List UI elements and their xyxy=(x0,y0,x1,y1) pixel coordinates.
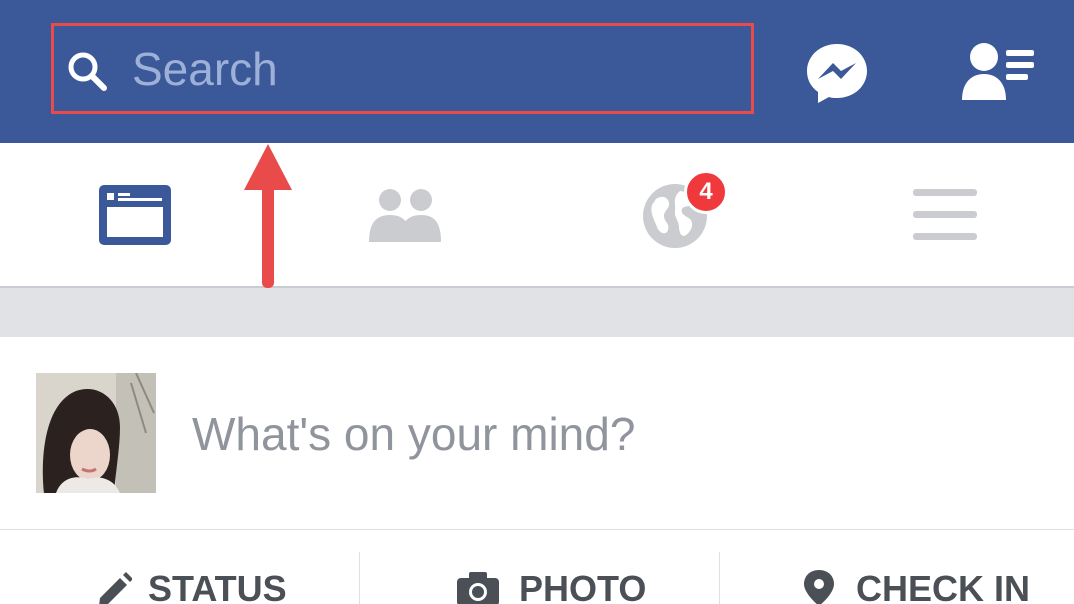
status-composer[interactable]: What's on your mind? xyxy=(0,337,1074,530)
composer-prompt[interactable]: What's on your mind? xyxy=(192,407,635,461)
camera-icon xyxy=(457,572,499,604)
menu-icon xyxy=(913,189,977,240)
status-button[interactable]: STATUS xyxy=(0,530,359,604)
tab-friends[interactable] xyxy=(268,143,536,286)
profile-photo xyxy=(36,373,156,493)
messenger-icon[interactable] xyxy=(805,42,869,104)
tab-bar xyxy=(0,143,1074,288)
friend-requests-icon[interactable] xyxy=(962,40,1036,102)
status-label: STATUS xyxy=(148,568,287,604)
search-input[interactable] xyxy=(132,43,732,95)
tab-notifications[interactable] xyxy=(537,143,805,286)
photo-label: PHOTO xyxy=(519,568,647,604)
search-icon xyxy=(68,52,107,91)
annotation-arrow-icon xyxy=(244,144,292,288)
notification-badge: 4 xyxy=(684,170,728,214)
section-divider xyxy=(0,288,1074,337)
search-box[interactable] xyxy=(51,23,754,114)
location-pin-icon xyxy=(804,570,834,604)
photo-button[interactable]: PHOTO xyxy=(360,530,719,604)
composer-actions: STATUS PHOTO CHECK IN xyxy=(0,530,1074,604)
avatar[interactable] xyxy=(36,373,156,493)
news-feed-icon xyxy=(99,185,171,245)
tab-news-feed[interactable] xyxy=(0,143,268,286)
pencil-icon xyxy=(99,572,132,604)
tab-more[interactable] xyxy=(806,143,1074,286)
friends-icon xyxy=(369,189,441,242)
check-in-button[interactable]: CHECK IN xyxy=(720,530,1074,604)
top-bar xyxy=(0,0,1074,143)
check-in-label: CHECK IN xyxy=(856,568,1031,604)
